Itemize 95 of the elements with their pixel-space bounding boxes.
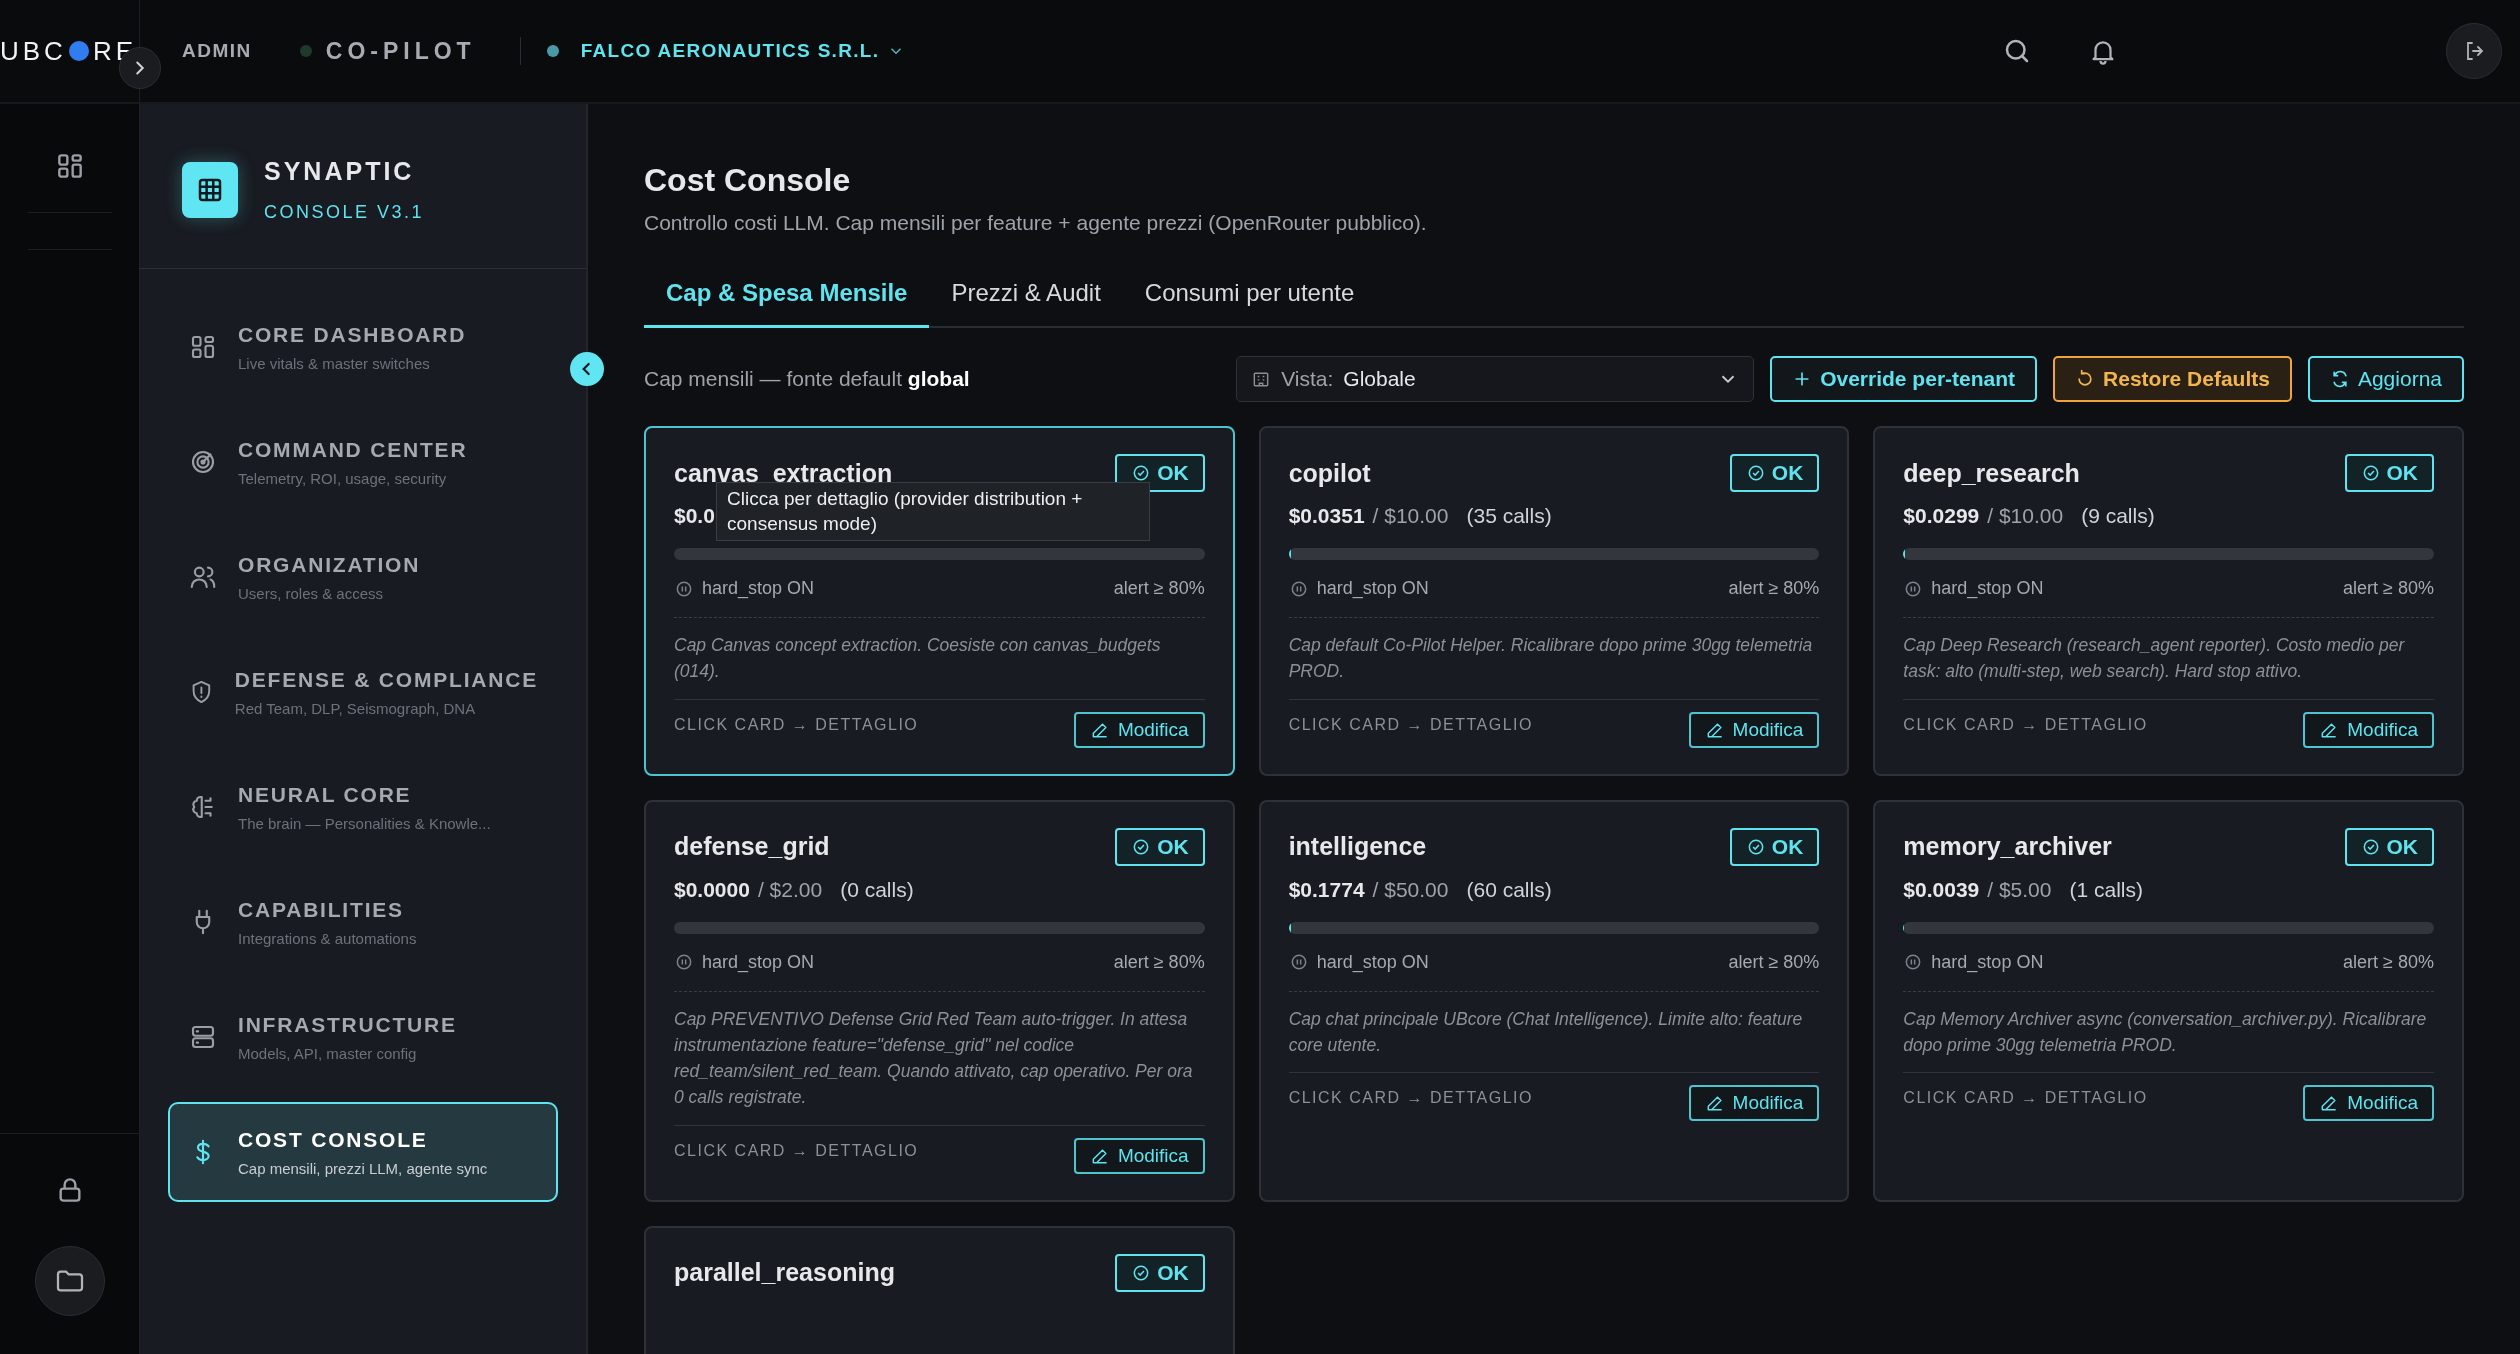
card-description: Cap PREVENTIVO Defense Grid Red Team auto-trigger. In attesa instrumentazione feature="defense_grid" nel codice red_team/silent_red_team. Quando attivato, cap operativo. Per ora 0 calls registrate.: [674, 1005, 1205, 1126]
edit-button[interactable]: Modifica: [2303, 1085, 2434, 1121]
pause-icon: [674, 952, 694, 972]
cap-limit: / $5.00: [1987, 877, 2052, 902]
nav-item[interactable]: ORGANIZATION Users, roles & access: [168, 527, 558, 627]
card-title: deep_research: [1903, 458, 2080, 488]
alert-threshold: alert ≥ 80%: [2343, 578, 2434, 599]
cap-card[interactable]: [1873, 426, 2464, 776]
status-dot: [299, 45, 312, 57]
card-description: Cap Canvas concept extraction. Coesiste con canvas_budgets (014).: [674, 632, 1205, 700]
hard-stop-label: hard_stop ON: [702, 951, 815, 973]
card-hint: CLICK CARD → DETTAGLIO: [1288, 1089, 1533, 1107]
tooltip: Clicca per dettaglio (provider distribution + consensus mode): [716, 482, 1150, 542]
brand-title: SYNAPTIC: [264, 157, 416, 186]
card-title: memory_archiver: [1903, 832, 2112, 861]
call-count: (60 calls): [1466, 877, 1552, 902]
role-label: ADMIN: [182, 40, 252, 62]
card-title: parallel_reasoning: [674, 1258, 895, 1287]
nav-item[interactable]: CAPABILITIES Integrations & automations: [168, 872, 558, 972]
cap-limit: / $50.00: [1372, 877, 1449, 902]
refresh-button[interactable]: Aggiorna: [2307, 356, 2464, 402]
page-subtitle: Controllo costi LLM. Cap mensili per feature + agente prezzi (OpenRouter pubblico).: [644, 211, 1428, 235]
edit-button[interactable]: Modifica: [1688, 711, 1820, 748]
edit-button[interactable]: Modifica: [1073, 711, 1205, 748]
status-badge: OK: [2344, 454, 2434, 492]
tenant-selector[interactable]: FALCO AERONAUTICS S.R.L.: [546, 40, 906, 62]
cap-card[interactable]: memory_archiver OK $0.0039 / $5.00 (1 calls) hard_stop ON alert ≥ 80% Cap Memory Archiver async (conversation_archiver.py). Ricalibrare dopo prime 30gg telemetria PROD. CLICK CARD → DETTAGLIO Modifica: [1873, 799, 2464, 1202]
nav-item[interactable]: DEFENSE & COMPLIANCE Red Team, DLP, Seismograph, DNA: [168, 642, 558, 742]
alert-threshold: alert ≥ 80%: [2343, 951, 2434, 973]
status-badge: OK: [1729, 827, 1820, 866]
cap-card[interactable]: [644, 799, 1235, 1202]
cap-limit: / $10.00: [1372, 504, 1449, 528]
nav-item[interactable]: INFRASTRUCTURE Models, API, master config: [168, 987, 558, 1087]
tab[interactable]: Consumi per utente: [1122, 265, 1377, 328]
card-hint: CLICK CARD → DETTAGLIO: [1288, 715, 1533, 734]
cap-card[interactable]: copilot OK $0.0351 / $10.00 (35 calls) hard_stop ON alert ≥ 80% Cap default Co-Pilot Helper. Ricalibrare dopo prime 30gg telemetria PROD. CLICK CARD → DETTAGLIO Modifica: [1258, 426, 1850, 776]
card-title: defense_grid: [674, 832, 830, 861]
brand-version: CONSOLE V3.1: [264, 202, 425, 223]
view-select[interactable]: Vista: Globale: [1236, 356, 1755, 402]
product-name: CO-PILOT: [325, 37, 476, 65]
spent-amount: $0.1774: [1288, 877, 1365, 902]
nav-item[interactable]: COST CONSOLE Cap mensili, prezzi LLM, agente sync: [168, 1102, 558, 1202]
brand-logo: [182, 162, 238, 218]
call-count: (1 calls): [2069, 877, 2143, 902]
spent-amount: $0.0: [674, 504, 715, 528]
spent-amount: $0.0039: [1903, 877, 1980, 902]
hard-stop-label: hard_stop ON: [1931, 951, 2044, 973]
status-badge: OK: [1729, 454, 1820, 492]
card-hint: CLICK CARD → DETTAGLIO: [674, 1141, 919, 1160]
spent-amount: $0.0351: [1288, 504, 1365, 528]
status-dot: [546, 45, 559, 57]
tab[interactable]: Cap & Spesa Mensile: [644, 265, 930, 328]
edit-button[interactable]: Modifica: [1073, 1137, 1205, 1174]
status-badge: OK: [2344, 827, 2434, 866]
hard-stop-label: hard_stop ON: [1316, 951, 1429, 973]
call-count: (0 calls): [840, 877, 914, 902]
cap-card[interactable]: parallel_reasoning OK: [644, 1225, 1235, 1354]
cap-card[interactable]: intelligence OK $0.1774 / $50.00 (60 calls) hard_stop ON alert ≥ 80% Cap chat principale UBcore (Chat Intelligence). Limite alto: feature core utente. CLICK CARD → DETTAGLIO Modifica: [1258, 799, 1850, 1202]
card-hint: CLICK CARD → DETTAGLIO: [1903, 715, 2148, 734]
hard-stop-label: hard_stop ON: [1316, 578, 1429, 599]
cap-card[interactable]: [644, 426, 1235, 776]
cap-limit: / $10.00: [1987, 504, 2064, 528]
card-hint: CLICK CARD → DETTAGLIO: [1903, 1089, 2148, 1107]
alert-threshold: alert ≥ 80%: [1113, 951, 1205, 973]
add-button[interactable]: Override per-tenant: [1770, 356, 2038, 402]
tab[interactable]: Prezzi & Audit: [929, 265, 1123, 328]
alert-threshold: alert ≥ 80%: [1728, 578, 1820, 599]
card-title: copilot: [1288, 458, 1371, 488]
edit-button[interactable]: Modifica: [1688, 1085, 1820, 1121]
page-title: Cost Console: [644, 162, 852, 199]
card-hint: CLICK CARD → DETTAGLIO: [674, 715, 919, 734]
spent-amount: $0.0299: [1903, 504, 1980, 528]
card-description: Cap default Co-Pilot Helper. Ricalibrare dopo prime 30gg telemetria PROD.: [1288, 632, 1820, 700]
logout-button[interactable]: [2446, 23, 2502, 79]
alert-threshold: alert ≥ 80%: [1113, 578, 1205, 599]
card-description: Cap chat principale UBcore (Chat Intelligence). Limite alto: feature core utente.: [1288, 1005, 1820, 1073]
alert-threshold: alert ≥ 80%: [1728, 951, 1820, 973]
edit-button[interactable]: Modifica: [2303, 711, 2434, 748]
nav-item[interactable]: CORE DASHBOARD Live vitals & master switches: [168, 297, 558, 397]
cap-limit: / $2.00: [757, 877, 823, 902]
hard-stop-label: hard_stop ON: [1931, 578, 2044, 599]
call-count: (35 calls): [1466, 504, 1552, 528]
card-description: Cap Deep Research (research_agent reporter). Costo medio per task: alto (multi-step, web search). Hard stop attivo.: [1903, 632, 2434, 700]
status-badge: OK: [1115, 1253, 1205, 1292]
call-count: (9 calls): [2081, 504, 2155, 528]
restore-button[interactable]: Restore Defaults: [2053, 356, 2292, 402]
spent-amount: $0.0000: [674, 877, 750, 902]
hard-stop-label: hard_stop ON: [702, 578, 815, 599]
card-description: Cap Memory Archiver async (conversation_archiver.py). Ricalibrare dopo prime 30gg telemetria PROD.: [1903, 1005, 2434, 1073]
nav-item[interactable]: NEURAL CORE The brain — Personalities & Knowle...: [168, 757, 558, 857]
nav-item[interactable]: COMMAND CENTER Telemetry, ROI, usage, security: [168, 412, 558, 512]
caption: Cap mensili — fonte default global: [644, 367, 970, 391]
status-badge: OK: [1115, 827, 1205, 866]
card-title: intelligence: [1288, 832, 1427, 861]
collapse-button[interactable]: [570, 352, 604, 386]
